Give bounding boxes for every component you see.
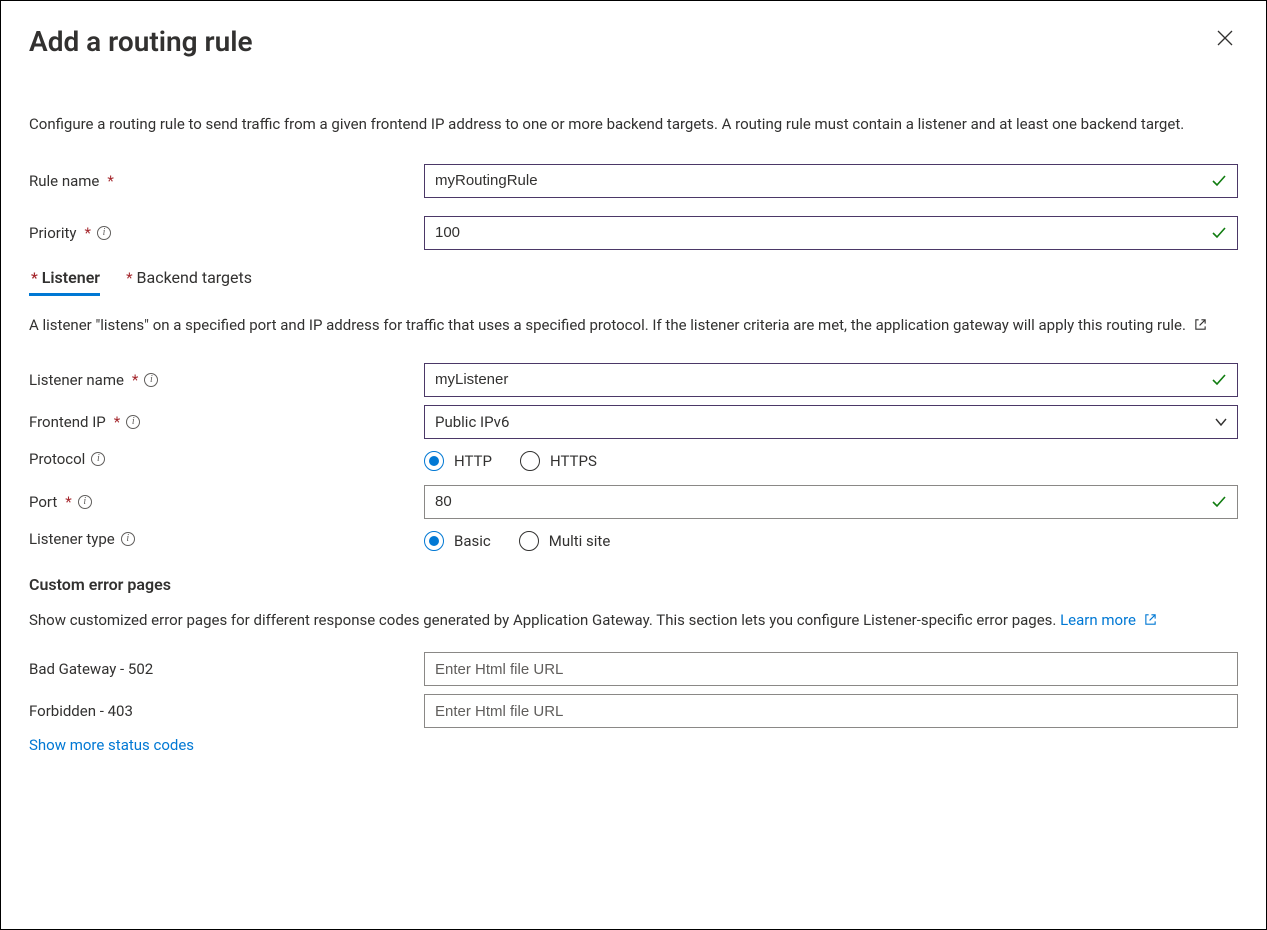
- row-frontend-ip: Frontend IP * i Public IPv6: [29, 405, 1238, 439]
- info-icon[interactable]: i: [121, 532, 135, 546]
- label-priority: Priority * i: [29, 224, 424, 242]
- panel-description: Configure a routing rule to send traffic…: [29, 113, 1238, 136]
- protocol-http-radio[interactable]: HTTP: [424, 451, 492, 471]
- tabs: * Listener * Backend targets: [29, 268, 1238, 296]
- panel-header: Add a routing rule: [29, 25, 1238, 98]
- row-rule-name: Rule name *: [29, 164, 1238, 198]
- priority-input[interactable]: [424, 216, 1238, 250]
- label-bad-gateway: Bad Gateway - 502: [29, 660, 424, 678]
- frontend-ip-select[interactable]: Public IPv6: [424, 405, 1238, 439]
- info-icon[interactable]: i: [78, 495, 92, 509]
- forbidden-label-text: Forbidden - 403: [29, 702, 133, 720]
- listener-type-multisite-label: Multi site: [549, 532, 611, 550]
- listener-type-basic-radio[interactable]: Basic: [424, 531, 491, 551]
- rule-name-input[interactable]: [424, 164, 1238, 198]
- protocol-radio-group: HTTP HTTPS: [424, 451, 1238, 471]
- radio-selected-icon: [424, 451, 444, 471]
- row-protocol: Protocol i HTTP HTTPS: [29, 447, 1238, 471]
- learn-more-label: Learn more: [1060, 611, 1136, 629]
- row-forbidden: Forbidden - 403: [29, 694, 1238, 728]
- priority-label-text: Priority: [29, 224, 76, 242]
- external-link-icon[interactable]: [1194, 315, 1207, 328]
- required-asterisk: *: [84, 224, 90, 242]
- label-protocol: Protocol i: [29, 450, 424, 468]
- protocol-https-label: HTTPS: [550, 452, 597, 470]
- info-icon[interactable]: i: [144, 373, 158, 387]
- show-more-row: Show more status codes: [29, 736, 1238, 754]
- label-rule-name: Rule name *: [29, 172, 424, 190]
- custom-error-heading: Custom error pages: [29, 575, 1238, 594]
- protocol-https-radio[interactable]: HTTPS: [520, 451, 597, 471]
- required-asterisk: *: [65, 493, 71, 511]
- listener-type-radio-group: Basic Multi site: [424, 531, 1238, 551]
- custom-error-text: Show customized error pages for differen…: [29, 611, 1060, 629]
- tab-backend-label: Backend targets: [137, 268, 252, 287]
- label-listener-name: Listener name * i: [29, 371, 424, 389]
- rule-name-label-text: Rule name: [29, 172, 99, 190]
- required-asterisk: *: [114, 413, 120, 431]
- radio-selected-icon: [424, 531, 444, 551]
- row-port: Port * i: [29, 485, 1238, 519]
- close-icon: [1216, 29, 1234, 47]
- panel-title: Add a routing rule: [29, 25, 253, 58]
- info-icon[interactable]: i: [97, 226, 111, 240]
- frontend-ip-label-text: Frontend IP: [29, 413, 106, 431]
- port-input[interactable]: [424, 485, 1238, 519]
- row-listener-name: Listener name * i: [29, 363, 1238, 397]
- label-listener-type: Listener type i: [29, 530, 424, 548]
- port-label-text: Port: [29, 493, 57, 511]
- tab-listener[interactable]: * Listener: [29, 268, 100, 296]
- required-asterisk: *: [126, 269, 132, 287]
- show-more-status-codes-link[interactable]: Show more status codes: [29, 736, 194, 754]
- required-asterisk: *: [132, 371, 138, 389]
- listener-type-basic-label: Basic: [454, 532, 491, 550]
- tab-listener-label: Listener: [42, 268, 100, 287]
- listener-type-multisite-radio[interactable]: Multi site: [519, 531, 611, 551]
- listener-name-input[interactable]: [424, 363, 1238, 397]
- row-bad-gateway: Bad Gateway - 502: [29, 652, 1238, 686]
- routing-rule-panel: Add a routing rule Configure a routing r…: [0, 0, 1267, 930]
- forbidden-input[interactable]: [424, 694, 1238, 728]
- label-forbidden: Forbidden - 403: [29, 702, 424, 720]
- custom-error-description: Show customized error pages for differen…: [29, 609, 1238, 632]
- learn-more-link[interactable]: Learn more: [1060, 611, 1157, 629]
- row-listener-type: Listener type i Basic Multi site: [29, 527, 1238, 551]
- info-icon[interactable]: i: [91, 452, 105, 466]
- listener-description-text: A listener "listens" on a specified port…: [29, 316, 1186, 334]
- external-link-icon: [1144, 610, 1157, 623]
- listener-type-label-text: Listener type: [29, 530, 115, 548]
- required-asterisk: *: [107, 172, 113, 190]
- close-button[interactable]: [1212, 25, 1238, 55]
- listener-name-label-text: Listener name: [29, 371, 124, 389]
- label-frontend-ip: Frontend IP * i: [29, 413, 424, 431]
- label-port: Port * i: [29, 493, 424, 511]
- protocol-label-text: Protocol: [29, 450, 85, 468]
- bad-gateway-label-text: Bad Gateway - 502: [29, 660, 153, 678]
- protocol-http-label: HTTP: [454, 452, 492, 470]
- listener-tab-description: A listener "listens" on a specified port…: [29, 314, 1238, 337]
- radio-unselected-icon: [519, 531, 539, 551]
- radio-unselected-icon: [520, 451, 540, 471]
- row-priority: Priority * i: [29, 216, 1238, 250]
- info-icon[interactable]: i: [126, 415, 140, 429]
- bad-gateway-input[interactable]: [424, 652, 1238, 686]
- frontend-ip-value: Public IPv6: [435, 413, 509, 431]
- required-asterisk: *: [31, 269, 38, 287]
- tab-backend-targets[interactable]: * Backend targets: [124, 268, 252, 296]
